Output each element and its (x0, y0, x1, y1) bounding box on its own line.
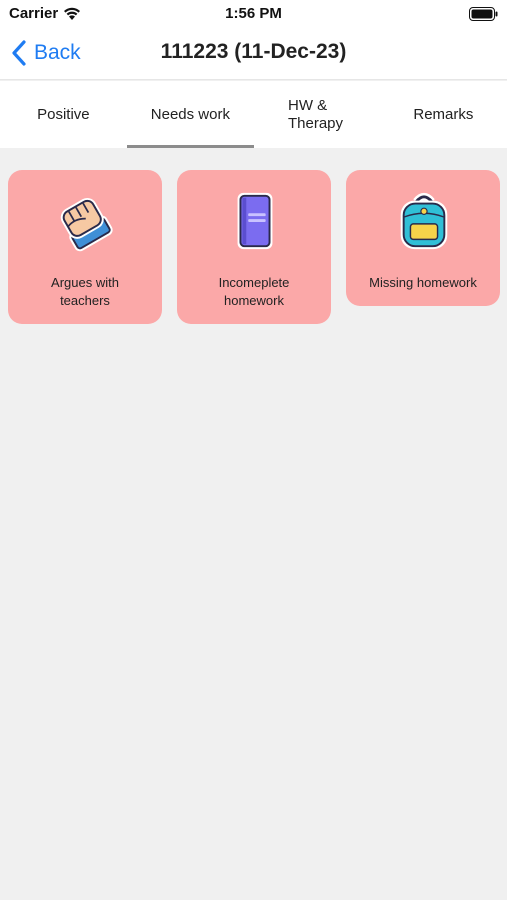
behavior-card-argues-with-teachers[interactable]: Argues with teachers (8, 170, 162, 324)
card-label-line2: teachers (60, 293, 110, 308)
card-label-line1: Incomeplete (218, 275, 290, 290)
backpack-icon (400, 192, 448, 250)
tab-label-line1: HW & (288, 96, 328, 114)
book-icon (237, 192, 273, 250)
navigation-bar: Back 111223 (11-Dec-23) (0, 28, 507, 80)
status-time: 1:56 PM (225, 5, 282, 22)
battery-icon (469, 7, 498, 21)
card-label-line2: homework (224, 293, 284, 308)
tab-needs-work[interactable]: Needs work (127, 81, 254, 148)
tab-remarks[interactable]: Remarks (380, 81, 507, 148)
fist-icon (60, 197, 113, 252)
card-label: Missing homework (369, 275, 477, 290)
selected-tab-indicator (127, 145, 254, 148)
page-title: 111223 (11-Dec-23) (160, 40, 347, 63)
tab-bar: Positive Needs work HW & Therapy Remarks (0, 81, 507, 148)
tab-positive[interactable]: Positive (0, 81, 127, 148)
tab-label: Remarks (413, 106, 474, 123)
behavior-card-incomplete-homework[interactable]: Incomeplete homework (177, 170, 331, 324)
card-label-line1: Argues with (51, 275, 119, 290)
tab-label-line2: Therapy (288, 114, 344, 132)
tab-label: Positive (37, 106, 90, 123)
status-bar: Carrier 1:56 PM (0, 0, 507, 28)
tab-hw-therapy[interactable]: HW & Therapy (254, 81, 381, 148)
tab-label: Needs work (150, 106, 230, 123)
behavior-card-missing-homework[interactable]: Missing homework (346, 170, 500, 306)
